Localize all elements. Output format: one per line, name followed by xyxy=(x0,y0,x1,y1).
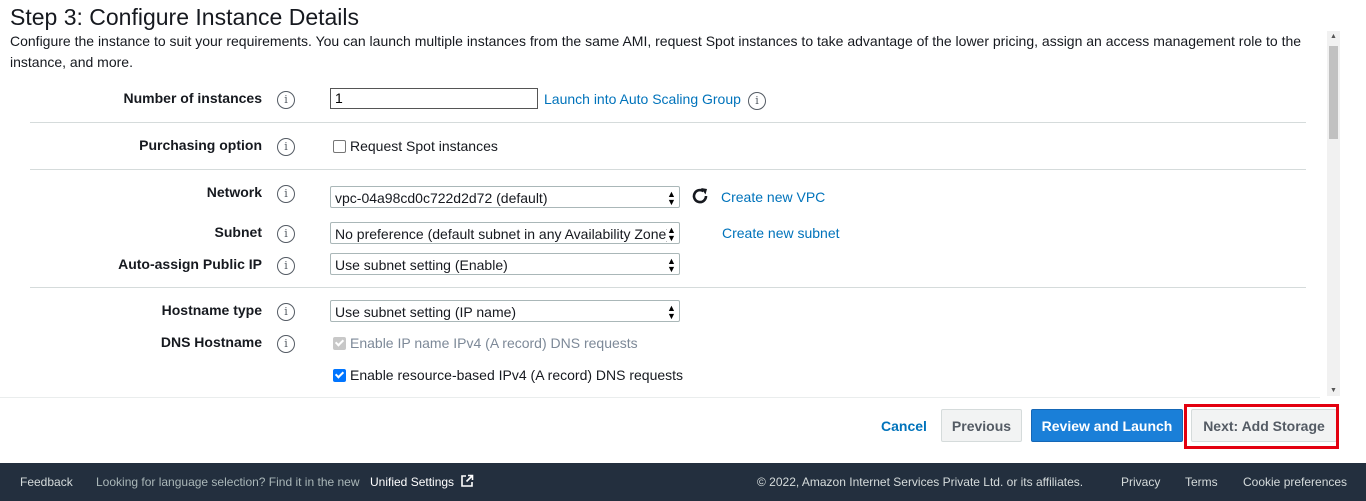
info-icon[interactable]: i xyxy=(748,92,766,110)
scrollbar[interactable]: ▲ ▼ xyxy=(1327,31,1340,396)
review-and-launch-button[interactable]: Review and Launch xyxy=(1031,409,1183,442)
feedback-link[interactable]: Feedback xyxy=(20,475,73,489)
dns-ip-name-checkbox-row: Enable IP name IPv4 (A record) DNS reque… xyxy=(333,335,638,351)
divider xyxy=(30,287,1306,288)
highlight-box xyxy=(1184,404,1339,449)
create-vpc-link[interactable]: Create new VPC xyxy=(721,189,825,205)
info-icon[interactable]: i xyxy=(277,185,295,203)
page-title: Step 3: Configure Instance Details xyxy=(10,4,360,30)
copyright-text: © 2022, Amazon Internet Services Private… xyxy=(757,475,1084,489)
terms-link[interactable]: Terms xyxy=(1185,475,1218,489)
dns-resource-checkbox-row[interactable]: Enable resource-based IPv4 (A record) DN… xyxy=(333,367,683,383)
scroll-down-icon[interactable]: ▼ xyxy=(1330,387,1337,394)
number-of-instances-input[interactable] xyxy=(330,88,538,109)
hostname-type-label: Hostname type xyxy=(161,302,262,318)
select-arrows-icon: ▲ ▼ xyxy=(667,223,676,243)
language-note: Looking for language selection? Find it … xyxy=(96,475,360,489)
dns-resource-checkbox[interactable] xyxy=(333,368,346,382)
info-icon[interactable]: i xyxy=(277,335,295,353)
info-icon[interactable]: i xyxy=(277,225,295,243)
purchasing-option-label: Purchasing option xyxy=(139,137,262,153)
request-spot-checkbox-row[interactable]: Request Spot instances xyxy=(333,138,498,154)
subnet-select[interactable]: No preference (default subnet in any Ava… xyxy=(330,222,680,244)
hostname-type-select[interactable]: Use subnet setting (IP name) ▲ ▼ xyxy=(330,300,680,322)
cancel-button[interactable]: Cancel xyxy=(875,409,933,442)
divider xyxy=(30,169,1306,170)
unified-settings-link[interactable]: Unified Settings xyxy=(370,475,454,489)
divider xyxy=(0,397,1320,398)
auto-assign-ip-select[interactable]: Use subnet setting (Enable) ▲ ▼ xyxy=(330,253,680,275)
create-subnet-link[interactable]: Create new subnet xyxy=(722,225,840,241)
dns-resource-label: Enable resource-based IPv4 (A record) DN… xyxy=(350,367,684,383)
request-spot-label: Request Spot instances xyxy=(350,138,498,154)
number-of-instances-label: Number of instances xyxy=(123,90,262,106)
select-arrows-icon: ▲ ▼ xyxy=(667,189,676,207)
external-link-icon[interactable] xyxy=(460,474,474,488)
launch-auto-scaling-link[interactable]: Launch into Auto Scaling Group xyxy=(544,91,741,107)
footer: Feedback Looking for language selection?… xyxy=(0,463,1366,501)
auto-assign-ip-label: Auto-assign Public IP xyxy=(118,256,262,272)
info-icon[interactable]: i xyxy=(277,303,295,321)
network-select-value: vpc-04a98cd0c722d2d72 (default) xyxy=(335,190,548,206)
info-icon[interactable]: i xyxy=(277,257,295,275)
subnet-select-value: No preference (default subnet in any Ava… xyxy=(335,226,671,242)
dns-ip-name-label: Enable IP name IPv4 (A record) DNS reque… xyxy=(350,335,638,351)
info-icon[interactable]: i xyxy=(277,138,295,156)
divider xyxy=(30,122,1306,123)
info-icon[interactable]: i xyxy=(277,91,295,109)
scrollbar-thumb[interactable] xyxy=(1329,46,1338,139)
network-label: Network xyxy=(206,184,262,200)
scroll-up-icon[interactable]: ▲ xyxy=(1330,33,1337,40)
auto-assign-ip-value: Use subnet setting (Enable) xyxy=(335,257,508,273)
hostname-type-value: Use subnet setting (IP name) xyxy=(335,304,517,320)
select-arrows-icon: ▲ ▼ xyxy=(667,256,676,274)
privacy-link[interactable]: Privacy xyxy=(1121,475,1160,489)
subnet-label: Subnet xyxy=(214,224,262,240)
previous-button[interactable]: Previous xyxy=(941,409,1022,442)
dns-ip-name-checkbox xyxy=(333,336,346,350)
dns-hostname-label: DNS Hostname xyxy=(160,334,262,350)
refresh-icon[interactable] xyxy=(690,186,710,206)
select-arrows-icon: ▲ ▼ xyxy=(667,303,676,321)
cookie-preferences-link[interactable]: Cookie preferences xyxy=(1243,475,1347,489)
network-select[interactable]: vpc-04a98cd0c722d2d72 (default) ▲ ▼ xyxy=(330,186,680,208)
page-description: Configure the instance to suit your requ… xyxy=(10,33,1302,70)
request-spot-checkbox[interactable] xyxy=(333,139,346,153)
